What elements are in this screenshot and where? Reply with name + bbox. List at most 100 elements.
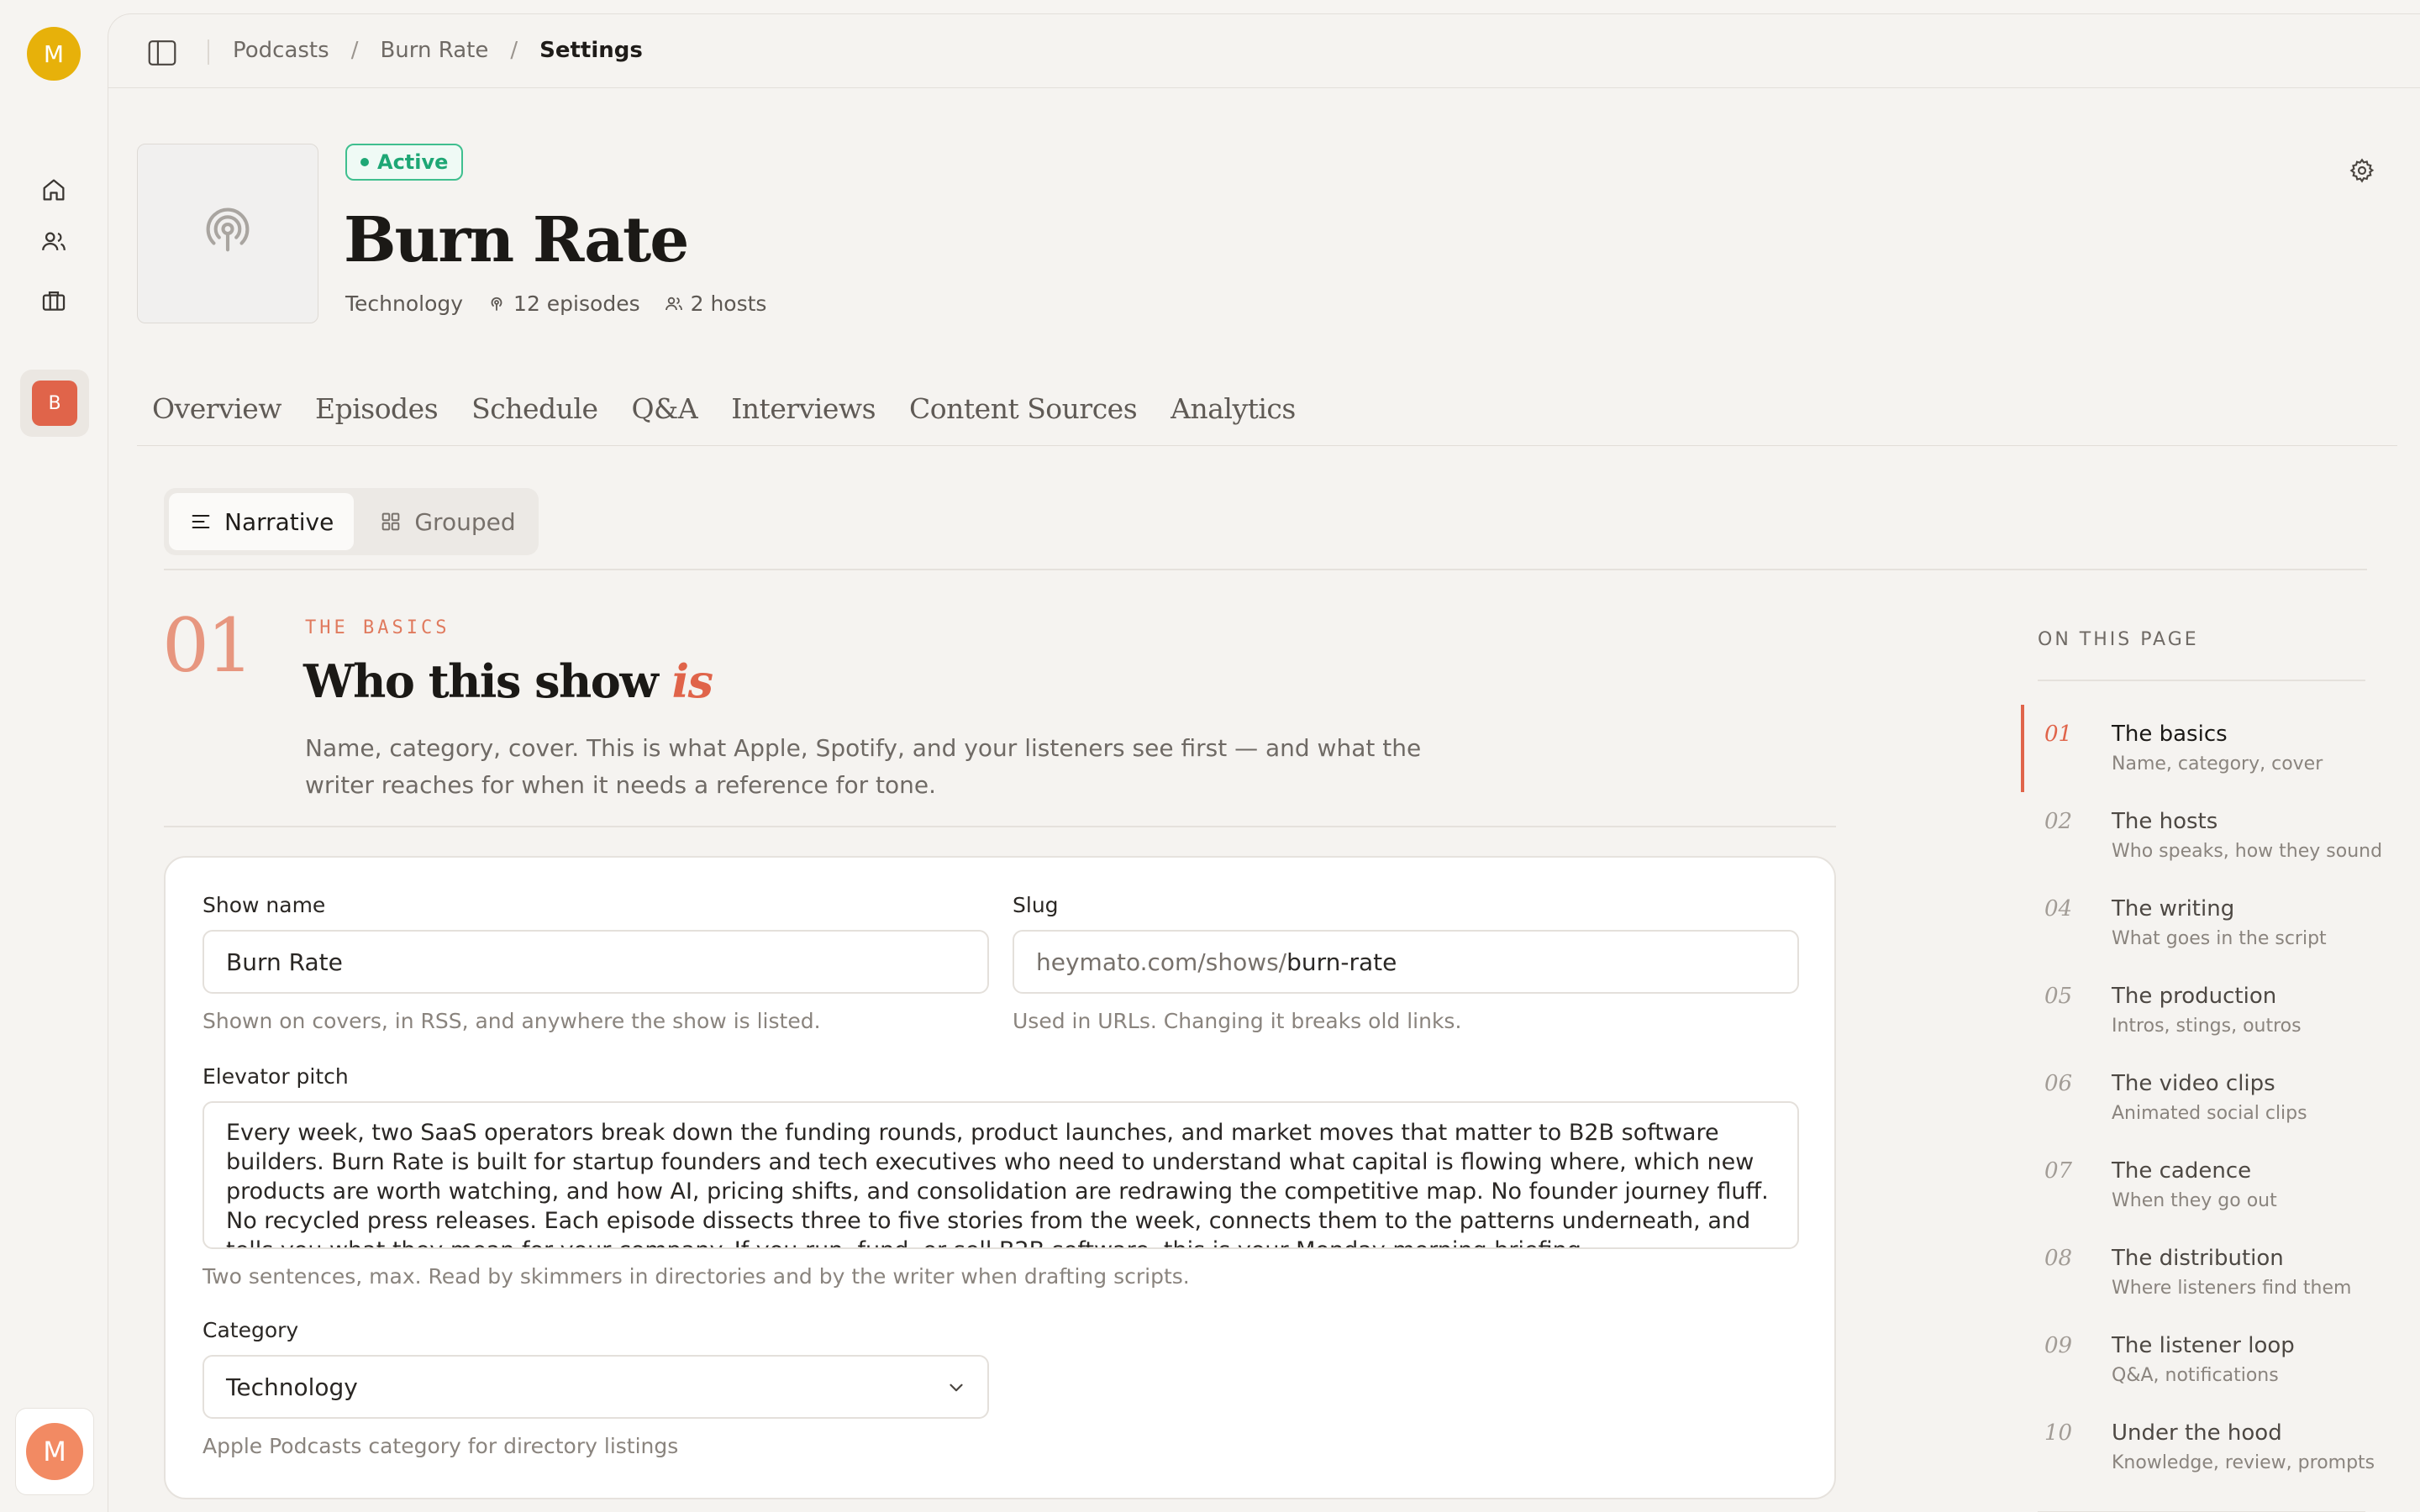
tab-schedule[interactable]: Schedule [471,375,598,445]
breadcrumb-current: Settings [539,38,643,63]
tab-overview[interactable]: Overview [152,375,281,445]
basics-form-card: Show name Burn Rate Shown on covers, in … [164,856,1836,1499]
toc-item-number: 01 [2044,722,2073,747]
breadcrumb-separator: / [510,38,518,63]
breadcrumb: Podcasts / Burn Rate / Settings [233,38,643,63]
pitch-help: Two sentences, max. Read by skimmers in … [203,1264,1190,1289]
sidebar-toggle-button[interactable] [145,38,179,68]
toc-item[interactable]: 06 The video clips Animated social clips [2021,1054,2374,1142]
toc-item[interactable]: 10 Under the hood Knowledge, review, promp… [2021,1404,2375,1491]
home-icon [43,179,65,201]
category-select[interactable]: Technology [203,1355,989,1419]
breadcrumb-podcasts[interactable]: Podcasts [233,38,329,63]
section-eyebrow: THE BASICS [305,617,450,638]
toc-item[interactable]: 02 The hosts Who speaks, how they sound [2021,792,2382,879]
toc-item-label: The production [2112,984,2277,1009]
divider [2038,680,2365,681]
toc-item-number: 07 [2044,1158,2073,1184]
show-badge: B [32,381,77,426]
users-icon [42,232,66,251]
status-badge: Active [345,144,464,181]
toc-item-subtitle: Name, category, cover [2112,753,2323,774]
toc-item[interactable]: 04 The writing What goes in the script [2021,879,2374,967]
toc-item-label: The distribution [2112,1246,2284,1271]
divider [164,826,1836,827]
toc-item[interactable]: 05 The production Intros, stings, outros [2021,967,2374,1054]
toc-item[interactable]: 08 The distribution Where listeners find t… [2021,1229,2374,1316]
tab-analytics[interactable]: Analytics [1171,375,1296,445]
slug-help: Used in URLs. Changing it breaks old lin… [1013,1009,1462,1033]
breadcrumb-separator: / [350,38,359,63]
work-button[interactable] [34,281,74,321]
category-help: Apple Podcasts category for directory li… [203,1434,679,1458]
show-switcher-burn-rate[interactable]: B [20,370,89,437]
show-category: Technology [345,291,464,316]
toc-item-label: The writing [2112,896,2235,921]
gear-icon [2349,158,2375,183]
show-name-input[interactable]: Burn Rate [203,930,989,994]
toc-item-subtitle: What goes in the script [2112,928,2327,949]
status-dot [360,158,369,166]
podcast-icon [491,297,502,311]
toc-item-number: 09 [2044,1333,2073,1358]
tab-content-sources[interactable]: Content Sources [909,375,1138,445]
chevron-down-icon [950,1383,963,1392]
app-rail: M B M [0,0,108,1512]
section-description: Name, category, cover. This is what Appl… [305,734,1422,799]
toc-item-label: The basics [2112,722,2228,747]
workspace-avatar[interactable]: M [27,27,81,81]
toc-item[interactable]: 01 The basics Name, category, cover [2021,705,2374,792]
user-avatar: M [26,1423,83,1480]
toc-list: 01 The basics Name, category, cover 02 The h… [2021,705,2382,1491]
episode-count: 12 episodes [487,291,640,316]
toc-item-label: The hosts [2112,809,2218,834]
show-name-help: Shown on covers, in RSS, and anywhere th… [203,1009,821,1033]
top-bar: Podcasts / Burn Rate / Settings [108,14,2420,88]
toc-item-number: 08 [2044,1246,2073,1271]
status-label: Active [377,150,449,174]
toc-item-number: 02 [2044,809,2073,834]
tab-interviews[interactable]: Interviews [731,375,876,445]
lines-icon [192,514,210,529]
show-meta: Technology 12 episodes 2 hosts [345,291,766,316]
show-cover[interactable] [137,144,318,323]
toc-item-subtitle: Where listeners find them [2112,1278,2352,1299]
view-narrative-button[interactable]: Narrative [169,493,355,550]
toc-item-subtitle: Q&A, notifications [2112,1365,2279,1386]
category-label: Category [203,1318,299,1342]
podcast-icon [206,207,250,252]
divider [164,569,2367,570]
toc-item-label: The video clips [2112,1071,2275,1096]
page-title: Burn Rate [344,204,689,276]
toc-item-subtitle: Knowledge, review, prompts [2112,1452,2375,1473]
slug-input[interactable]: heymato.com/shows/burn-rate [1013,930,1799,994]
user-menu[interactable]: M [15,1408,94,1495]
grid-icon [382,512,400,531]
toc-item-label: The cadence [2112,1158,2252,1184]
toc-item-subtitle: Who speaks, how they sound [2112,841,2383,862]
tab-qa[interactable]: Q&A [632,375,698,445]
show-name-label: Show name [203,893,326,917]
people-button[interactable] [34,222,74,262]
main-panel: Podcasts / Burn Rate / Settings Active B… [108,13,2420,1512]
show-settings-button[interactable] [2345,154,2379,187]
pitch-textarea[interactable]: Every week, two SaaS operators break dow… [203,1101,1799,1249]
tab-episodes[interactable]: Episodes [315,375,439,445]
toc-title: ON THIS PAGE [2038,629,2199,650]
toc-item-label: The listener loop [2112,1333,2295,1358]
slug-label: Slug [1013,893,1059,917]
view-grouped-button[interactable]: Grouped [359,493,535,550]
home-button[interactable] [34,170,74,210]
slug-prefix: heymato.com/shows/ [1036,948,1287,976]
toc-item-number: 06 [2044,1071,2073,1096]
users-icon [665,297,682,310]
section-heading: Who this show is [303,654,713,708]
briefcase-icon [42,291,66,311]
show-tabs: Overview Episodes Schedule Q&A Interview… [137,375,2397,446]
breadcrumb-show[interactable]: Burn Rate [380,38,488,63]
topbar-divider [208,39,209,65]
toc-item[interactable]: 07 The cadence When they go out [2021,1142,2374,1229]
pitch-label: Elevator pitch [203,1064,349,1089]
toc-item[interactable]: 09 The listener loop Q&A, notifications [2021,1316,2374,1404]
view-toggle: Narrative Grouped [164,488,539,555]
